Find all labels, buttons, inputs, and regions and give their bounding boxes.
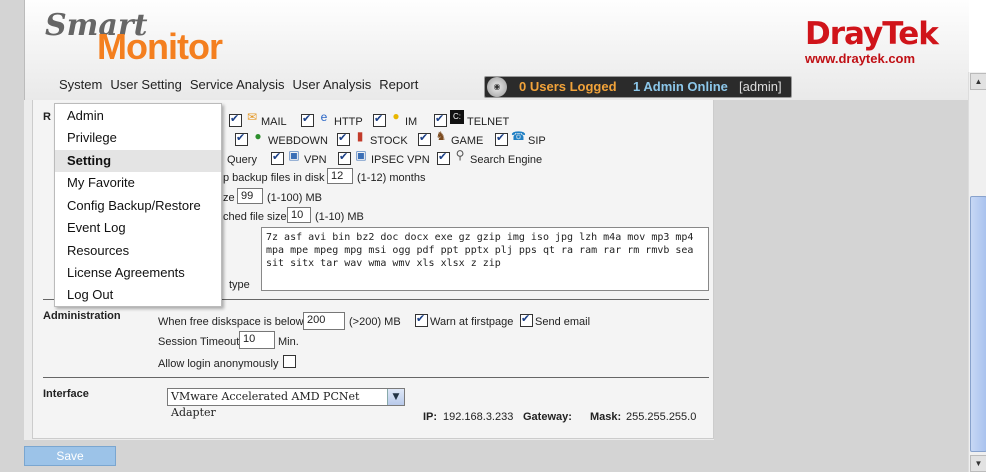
http-checkbox[interactable] [301, 112, 314, 127]
menu-system[interactable]: System [55, 75, 106, 97]
file-types-textarea[interactable]: 7z asf avi bin bz2 doc docx exe gz gzip … [261, 227, 709, 291]
chess-piece-icon: ♞ [435, 129, 447, 143]
mask-label: Mask: [590, 411, 622, 423]
mask-value: 255.255.255.0 [626, 411, 697, 423]
sip-phone-icon: ☎ [511, 129, 526, 143]
http-label: HTTP [334, 116, 363, 128]
ipsec-vpn-checkbox[interactable] [338, 150, 351, 165]
interface-select[interactable]: VMware Accelerated AMD PCNet Adapter ▼ [167, 388, 405, 419]
menu-item-config-backup-restore[interactable]: Config Backup/Restore [55, 195, 221, 217]
admin-tag: [admin] [739, 79, 782, 94]
logo-monitor-text: Monitor [97, 26, 223, 67]
file-size-label: ched file size [223, 211, 287, 223]
vertical-scrollbar[interactable]: ▲ ▼ [968, 72, 986, 472]
draytek-logo: DrayTek [805, 16, 939, 52]
menu-service-analysis[interactable]: Service Analysis [186, 75, 289, 97]
timeout-input[interactable]: 10 [239, 331, 275, 349]
sip-checkbox[interactable] [495, 131, 508, 146]
telnet-label: TELNET [467, 116, 510, 128]
menu-item-setting[interactable]: Setting [55, 150, 221, 172]
warn-checkbox[interactable] [415, 312, 428, 327]
game-checkbox[interactable] [418, 131, 431, 146]
vpn-icon: ▣ [288, 148, 300, 162]
webdown-checkbox[interactable] [235, 131, 248, 146]
app-header: Smart Monitor DrayTek www.draytek.com Sy… [24, 0, 969, 100]
timeout-unit: Min. [278, 336, 299, 348]
im-checkbox[interactable] [373, 112, 386, 127]
menu-report[interactable]: Report [375, 75, 422, 97]
menu-item-privilege[interactable]: Privilege [55, 127, 221, 149]
interface-title: Interface [43, 388, 89, 400]
ip-value: 192.168.3.233 [443, 411, 514, 423]
size-input[interactable]: 99 [237, 188, 263, 204]
divider [43, 377, 709, 378]
file-types-label: type [229, 279, 250, 291]
send-email-checkbox[interactable] [520, 312, 533, 327]
ipsec-vpn-icon: ▣ [355, 148, 367, 162]
backup-range: (1-12) months [357, 172, 426, 184]
draytek-url: www.draytek.com [805, 51, 916, 66]
globe-icon: ◉ [487, 77, 507, 97]
timeout-label: Session Timeout [158, 336, 240, 348]
record-section-label: R [43, 111, 51, 123]
mail-icon: ✉ [246, 110, 258, 124]
menu-item-resources[interactable]: Resources [55, 240, 221, 262]
warn-label: Warn at firstpage [430, 316, 514, 328]
scrollbar-thumb[interactable] [970, 196, 986, 452]
stock-chart-icon: ▮ [356, 129, 364, 143]
search-engine-checkbox[interactable] [437, 150, 450, 165]
diskspace-unit: (>200) MB [349, 316, 401, 328]
status-bar: ◉ 0 Users Logged 1 Admin Online [admin] [484, 76, 792, 98]
diskspace-label: When free diskspace is below [158, 316, 304, 328]
globe-download-icon: ● [254, 129, 262, 143]
backup-months-input[interactable]: 12 [327, 168, 353, 184]
menu-item-event-log[interactable]: Event Log [55, 217, 221, 239]
send-email-label: Send email [535, 316, 591, 328]
system-dropdown-menu: Admin Privilege Setting My Favorite Conf… [54, 103, 222, 307]
chevron-down-icon[interactable]: ▼ [387, 389, 404, 405]
sip-label: SIP [528, 135, 546, 147]
scroll-up-icon[interactable]: ▲ [970, 73, 986, 90]
menu-item-log-out[interactable]: Log Out [55, 284, 221, 306]
magnifier-icon: ⚲ [455, 148, 465, 162]
mail-checkbox[interactable] [229, 112, 242, 127]
vpn-label: VPN [304, 154, 327, 166]
save-button[interactable]: Save [24, 446, 116, 466]
main-menu: System User Setting Service Analysis Use… [55, 75, 422, 97]
size-label: ze [223, 192, 235, 204]
scroll-down-icon[interactable]: ▼ [970, 455, 986, 472]
backup-label: p backup files in disk [223, 172, 325, 184]
ip-label: IP: [423, 411, 438, 423]
query-label: Query [227, 154, 257, 166]
vpn-checkbox[interactable] [271, 150, 284, 165]
stock-checkbox[interactable] [337, 131, 350, 146]
webdown-label: WEBDOWN [268, 135, 328, 147]
menu-user-setting[interactable]: User Setting [106, 75, 186, 97]
admin-online-status[interactable]: 1 Admin Online [633, 79, 728, 94]
search-engine-label: Search Engine [470, 154, 543, 166]
gateway-label: Gateway: [523, 411, 572, 423]
administration-title: Administration [43, 310, 121, 322]
users-logged-status[interactable]: 0 Users Logged [519, 79, 617, 94]
diskspace-input[interactable]: 200 [303, 312, 345, 330]
stock-label: STOCK [370, 135, 408, 147]
im-label: IM [405, 116, 418, 128]
chat-icon: ● [392, 109, 400, 123]
game-label: GAME [451, 135, 484, 147]
menu-item-admin[interactable]: Admin [55, 105, 221, 127]
mail-label: MAIL [261, 116, 287, 128]
file-size-range: (1-10) MB [315, 211, 364, 223]
interface-selected-value: VMware Accelerated AMD PCNet Adapter [171, 390, 360, 419]
file-size-input[interactable]: 10 [287, 207, 311, 223]
anon-login-label: Allow login anonymously [158, 358, 279, 370]
ie-icon: e [320, 110, 328, 124]
telnet-checkbox[interactable] [434, 112, 447, 127]
menu-item-license-agreements[interactable]: License Agreements [55, 262, 221, 284]
size-range: (1-100) MB [267, 192, 323, 204]
menu-item-my-favorite[interactable]: My Favorite [55, 172, 221, 194]
terminal-icon: C: [450, 110, 464, 124]
menu-user-analysis[interactable]: User Analysis [289, 75, 376, 97]
ipsec-vpn-label: IPSEC VPN [371, 154, 430, 166]
anon-login-checkbox[interactable] [283, 355, 296, 368]
